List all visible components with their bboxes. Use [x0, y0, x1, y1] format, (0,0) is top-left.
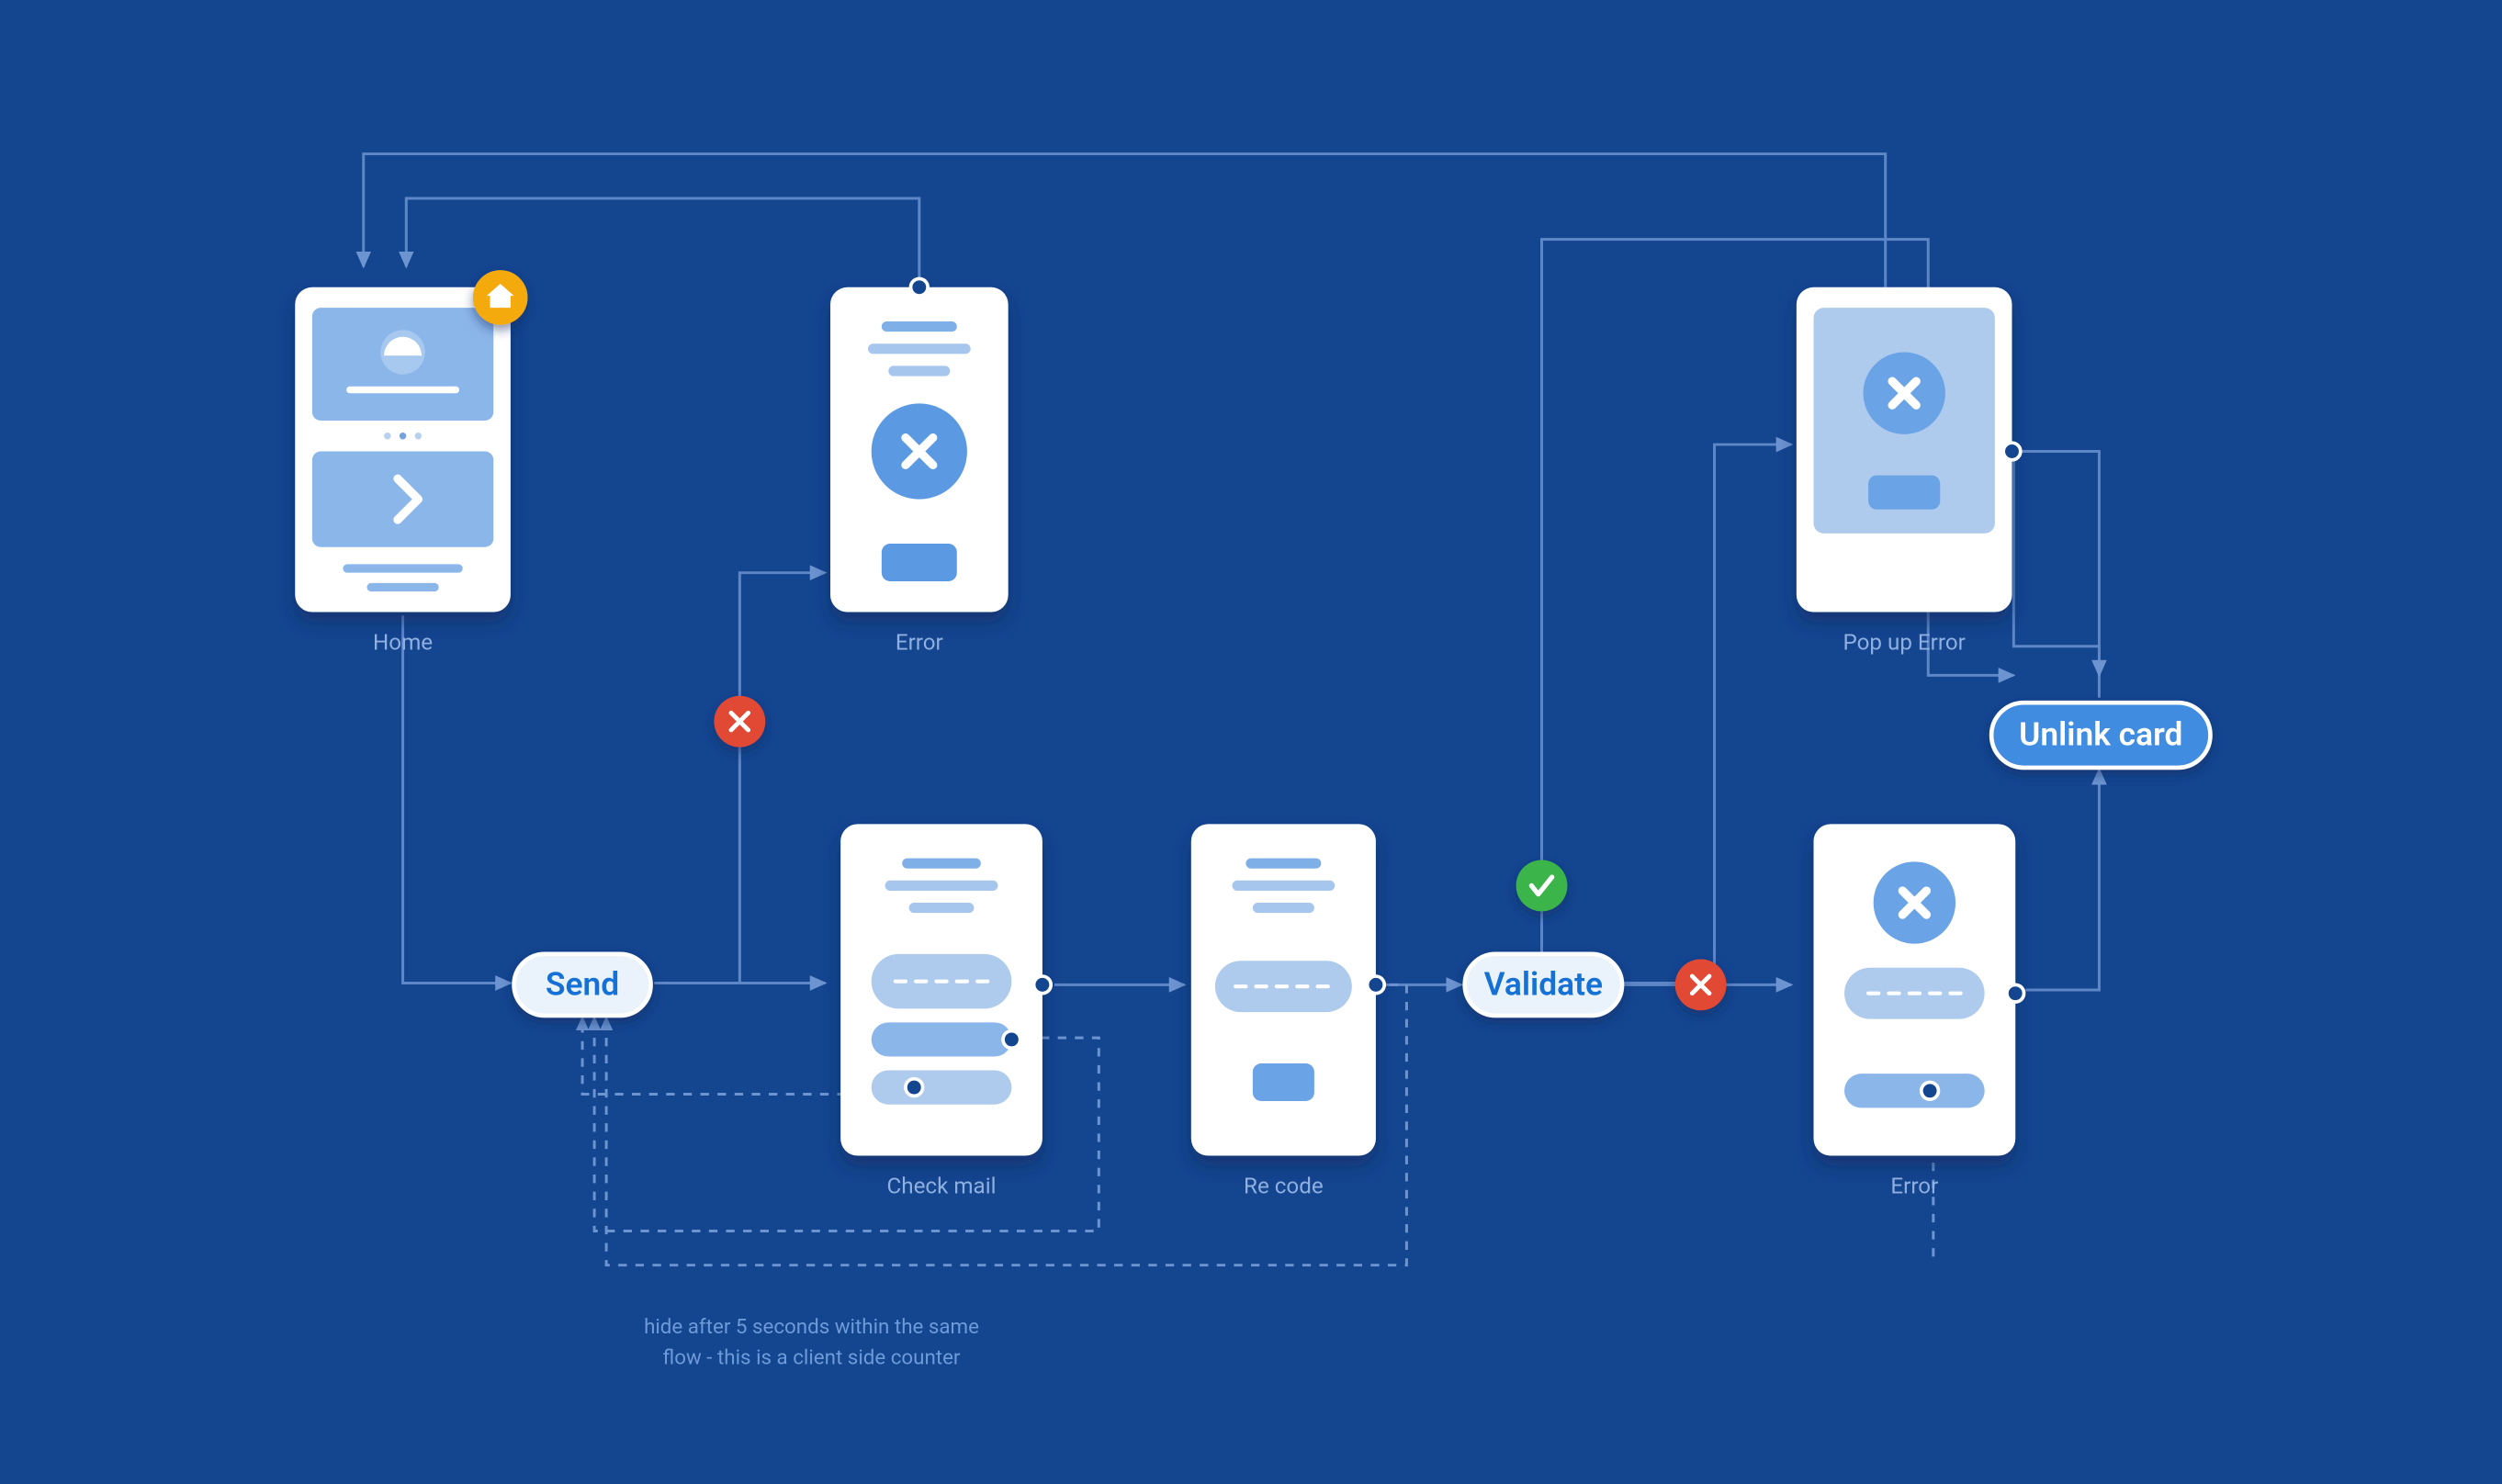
pill-send-label: Send — [546, 965, 619, 1004]
screen-error-top — [830, 278, 1009, 612]
pill-send[interactable]: Send — [514, 954, 651, 1016]
screen-error-bottom — [1814, 824, 2024, 1155]
ok-badge-validate — [1516, 860, 1568, 911]
screen-popup-error — [1797, 287, 2021, 613]
note-line-2: flow - this is a client side counter — [663, 1346, 961, 1370]
pill-validate-label: Validate — [1484, 965, 1603, 1004]
note-line-1: hide after 5 seconds within the same — [644, 1315, 979, 1339]
fail-badge-send — [714, 696, 765, 748]
pill-validate[interactable]: Validate — [1465, 954, 1622, 1016]
screen-home — [295, 270, 527, 612]
pill-unlink[interactable]: Unlink card — [1991, 703, 2210, 768]
home-badge-icon — [473, 270, 528, 325]
screen-check-mail — [840, 824, 1051, 1155]
screen-home-label: Home — [373, 629, 433, 655]
screen-error-bottom-label: Error — [1890, 1174, 1938, 1199]
screen-popup-error-label: Pop up Error — [1843, 629, 1966, 655]
screen-re-code-label: Re code — [1244, 1174, 1324, 1199]
pill-unlink-label: Unlink card — [2019, 715, 2182, 754]
screen-re-code — [1191, 824, 1384, 1155]
screen-error-top-label: Error — [896, 629, 943, 655]
fail-badge-validate — [1675, 959, 1727, 1010]
screen-check-mail-label: Check mail — [887, 1174, 997, 1199]
